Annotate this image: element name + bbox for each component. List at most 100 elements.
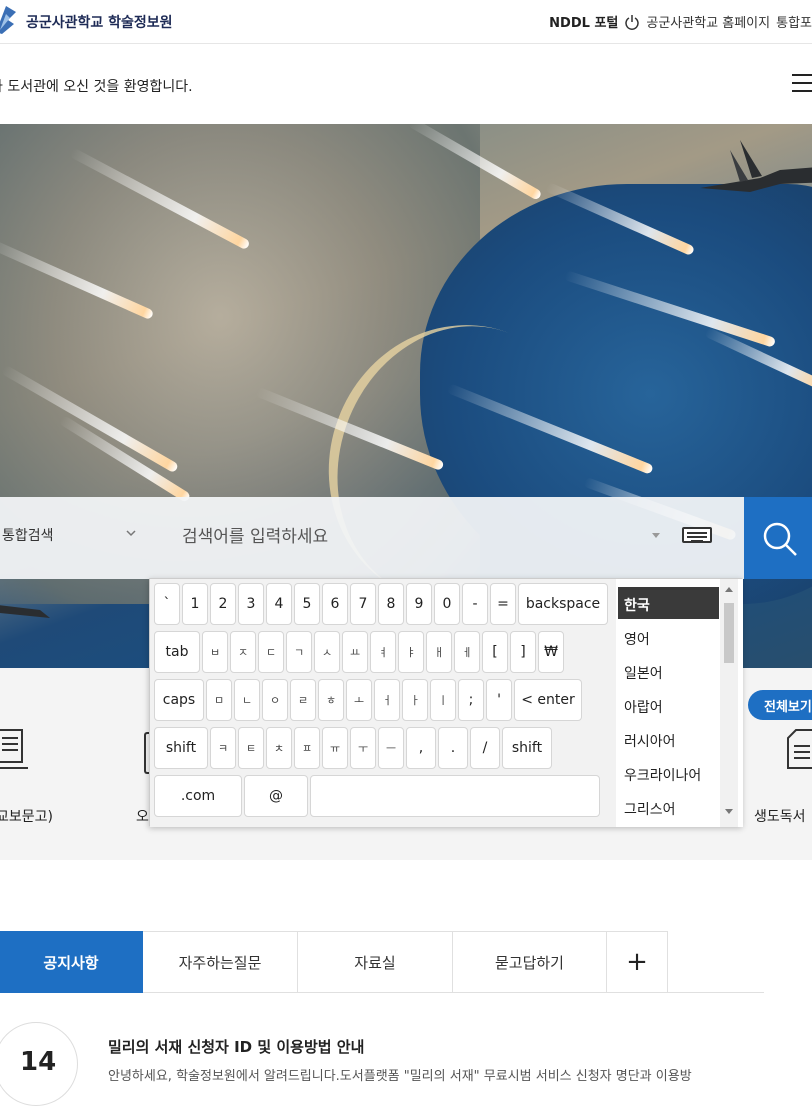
search-button[interactable] — [744, 497, 812, 579]
virtual-keyboard-icon[interactable] — [682, 527, 712, 543]
book-icon[interactable] — [786, 728, 812, 774]
key[interactable]: 1 — [182, 583, 208, 625]
space-key[interactable] — [310, 775, 600, 817]
key[interactable]: ㅂ — [202, 631, 228, 673]
tab-archive[interactable]: 자료실 — [298, 931, 453, 993]
document-icon[interactable] — [0, 728, 34, 774]
search-input[interactable] — [182, 519, 642, 555]
integrated-portal-link[interactable]: 통합포 — [776, 12, 812, 31]
key[interactable]: 9 — [406, 583, 432, 625]
cadet-reading-label[interactable]: 생도독서 — [754, 806, 806, 826]
more-tab-button[interactable]: + — [607, 931, 668, 993]
search-scope-select[interactable]: 통합검색 — [2, 525, 54, 545]
key[interactable]: ㅠ — [322, 727, 348, 769]
key[interactable]: [ — [482, 631, 508, 673]
ebook-service-label[interactable]: 교보문고) — [0, 806, 53, 826]
tab-qna[interactable]: 묻고답하기 — [453, 931, 607, 993]
key[interactable]: ㅊ — [266, 727, 292, 769]
scroll-down-icon[interactable] — [725, 809, 733, 814]
key[interactable]: ㅐ — [426, 631, 452, 673]
key[interactable]: 0 — [434, 583, 460, 625]
key[interactable]: 2 — [210, 583, 236, 625]
key[interactable]: ㅛ — [342, 631, 368, 673]
key[interactable]: ㅅ — [314, 631, 340, 673]
key[interactable]: ₩ — [538, 631, 564, 673]
caps-key[interactable]: caps — [154, 679, 204, 721]
key[interactable]: ㅕ — [370, 631, 396, 673]
notice-excerpt[interactable]: 안녕하세요, 학술정보원에서 알려드립니다.도서플랫폼 "밀리의 서재" 무료시… — [108, 1065, 692, 1084]
language-scrollbar[interactable] — [720, 579, 738, 827]
shift-key[interactable]: shift — [502, 727, 552, 769]
key[interactable]: ㅍ — [294, 727, 320, 769]
keyboard-language-list: 한국 영어 일본어 아랍어 러시아어 우크라이나어 그리스어 — [616, 579, 743, 827]
key[interactable]: = — [490, 583, 516, 625]
key[interactable]: ㅈ — [230, 631, 256, 673]
lang-option-japanese[interactable]: 일본어 — [618, 655, 719, 687]
lang-option-ukrainian[interactable]: 우크라이나어 — [618, 757, 719, 789]
scroll-thumb[interactable] — [724, 603, 734, 663]
key[interactable]: ㅌ — [238, 727, 264, 769]
at-key[interactable]: @ — [244, 775, 308, 817]
key[interactable]: ㄴ — [234, 679, 260, 721]
key[interactable]: ㅜ — [350, 727, 376, 769]
keyboard-row-top: tab ㅂ ㅈ ㄷ ㄱ ㅅ ㅛ ㅕ ㅑ ㅐ ㅔ [ ] ₩ — [154, 631, 566, 673]
search-bar: 통합검색 — [0, 497, 812, 579]
tab-key[interactable]: tab — [154, 631, 200, 673]
key[interactable]: ㅣ — [430, 679, 456, 721]
key[interactable]: 5 — [294, 583, 320, 625]
lang-option-arabic[interactable]: 아랍어 — [618, 689, 719, 721]
academy-homepage-link[interactable]: 공군사관학교 홈페이지 — [646, 12, 770, 31]
key[interactable]: ' — [486, 679, 512, 721]
lang-option-english[interactable]: 영어 — [618, 621, 719, 653]
key[interactable]: ㅓ — [374, 679, 400, 721]
key[interactable]: ㄷ — [258, 631, 284, 673]
top-bar: 공군사관학교 학술정보원 NDDL 포털 공군사관학교 홈페이지 통합포 — [0, 0, 812, 44]
nddl-portal-link[interactable]: NDDL 포털 — [549, 12, 618, 31]
service-label[interactable]: 오 — [136, 806, 149, 826]
key[interactable]: - — [462, 583, 488, 625]
scroll-up-icon[interactable] — [725, 587, 733, 592]
key[interactable]: ㅇ — [262, 679, 288, 721]
chevron-down-icon[interactable] — [126, 529, 136, 537]
tab-notice[interactable]: 공지사항 — [0, 931, 143, 993]
key[interactable]: ` — [154, 583, 180, 625]
key[interactable]: / — [470, 727, 500, 769]
key[interactable]: ㄹ — [290, 679, 316, 721]
key[interactable]: 3 — [238, 583, 264, 625]
key[interactable]: 4 — [266, 583, 292, 625]
key[interactable]: ㅗ — [346, 679, 372, 721]
key[interactable]: ㅏ — [402, 679, 428, 721]
enter-key[interactable]: < enter — [514, 679, 582, 721]
key[interactable]: . — [438, 727, 468, 769]
key[interactable]: ㅡ — [378, 727, 404, 769]
search-icon — [763, 522, 797, 556]
hamburger-menu-icon[interactable] — [792, 74, 812, 96]
virtual-keyboard: ` 1 2 3 4 5 6 7 8 9 0 - = backspace tab … — [149, 578, 743, 827]
site-logo-text[interactable]: 공군사관학교 학술정보원 — [26, 12, 173, 32]
lang-option-korean[interactable]: 한국 — [618, 587, 719, 619]
power-icon — [625, 14, 640, 30]
autocomplete-toggle-icon[interactable] — [652, 533, 660, 538]
key[interactable]: ] — [510, 631, 536, 673]
key[interactable]: 6 — [322, 583, 348, 625]
notice-title[interactable]: 밀리의 서재 신청자 ID 및 이용방법 안내 — [108, 1036, 364, 1057]
dotcom-key[interactable]: .com — [154, 775, 242, 817]
keyboard-row-numbers: ` 1 2 3 4 5 6 7 8 9 0 - = backspace — [154, 583, 610, 625]
key[interactable]: ㅋ — [210, 727, 236, 769]
key[interactable]: ㅔ — [454, 631, 480, 673]
key[interactable]: ㅎ — [318, 679, 344, 721]
academy-emblem-icon[interactable] — [0, 2, 18, 38]
key[interactable]: , — [406, 727, 436, 769]
tab-faq[interactable]: 자주하는질문 — [143, 931, 298, 993]
key[interactable]: ㄱ — [286, 631, 312, 673]
shift-key[interactable]: shift — [154, 727, 208, 769]
lang-option-greek[interactable]: 그리스어 — [618, 791, 719, 823]
backspace-key[interactable]: backspace — [518, 583, 608, 625]
lang-option-russian[interactable]: 러시아어 — [618, 723, 719, 755]
view-all-button[interactable]: 전체보기 — [748, 690, 812, 720]
key[interactable]: 7 — [350, 583, 376, 625]
key[interactable]: ; — [458, 679, 484, 721]
key[interactable]: 8 — [378, 583, 404, 625]
key[interactable]: ㅑ — [398, 631, 424, 673]
key[interactable]: ㅁ — [206, 679, 232, 721]
